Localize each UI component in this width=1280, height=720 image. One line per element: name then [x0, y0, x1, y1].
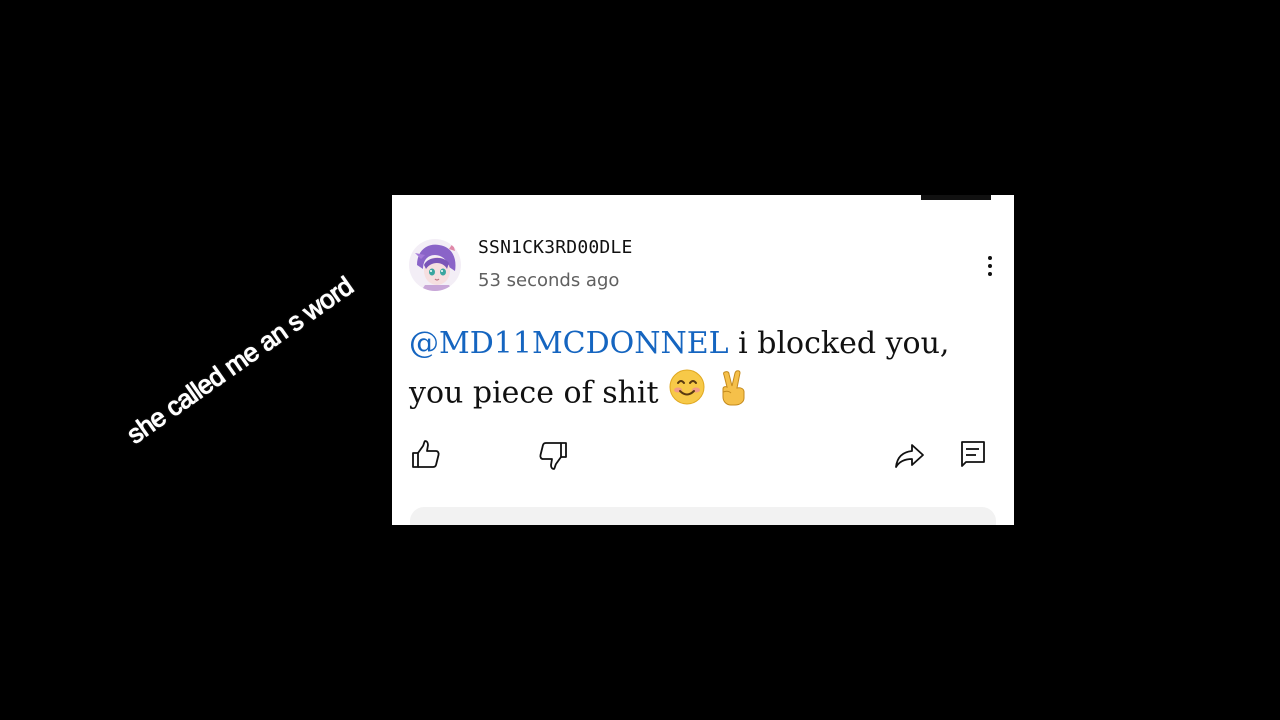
mention-link[interactable]: @MD11MCDONNEL: [409, 326, 729, 361]
dot: [988, 272, 992, 276]
video-frame: she called me an s word SSN1CK3RD00DLE 5…: [0, 0, 1280, 720]
comment-text-line1: i blocked you,: [728, 326, 950, 361]
reply-button[interactable]: [956, 438, 990, 472]
comment-text-line2: you piece of shit: [409, 375, 669, 411]
top-indicator-bar: [921, 195, 991, 200]
avatar[interactable]: [409, 239, 461, 291]
comment-reply-icon: [961, 441, 985, 467]
comment-timestamp: 53 seconds ago: [478, 270, 620, 291]
victory-hand-emoji-icon: [716, 368, 752, 421]
dislike-button[interactable]: [536, 438, 570, 472]
comment-card: SSN1CK3RD00DLE 53 seconds ago @MD11MCDON…: [392, 195, 1014, 525]
overlay-caption: she called me an s word: [120, 270, 359, 450]
dot: [988, 256, 992, 260]
share-button[interactable]: [893, 438, 927, 472]
thumbs-up-icon: [412, 440, 440, 468]
thumbs-down-icon: [539, 442, 567, 470]
like-button[interactable]: [409, 438, 443, 472]
next-comment-placeholder: [410, 507, 996, 525]
more-options-button[interactable]: [980, 251, 1000, 281]
smiling-face-emoji-icon: [668, 368, 706, 421]
share-arrow-icon: [895, 444, 924, 468]
comment-author[interactable]: SSN1CK3RD00DLE: [478, 237, 633, 258]
dot: [988, 264, 992, 268]
comment-text: @MD11MCDONNEL i blocked you, you piece o…: [409, 320, 999, 421]
anime-avatar-icon: [409, 239, 461, 291]
